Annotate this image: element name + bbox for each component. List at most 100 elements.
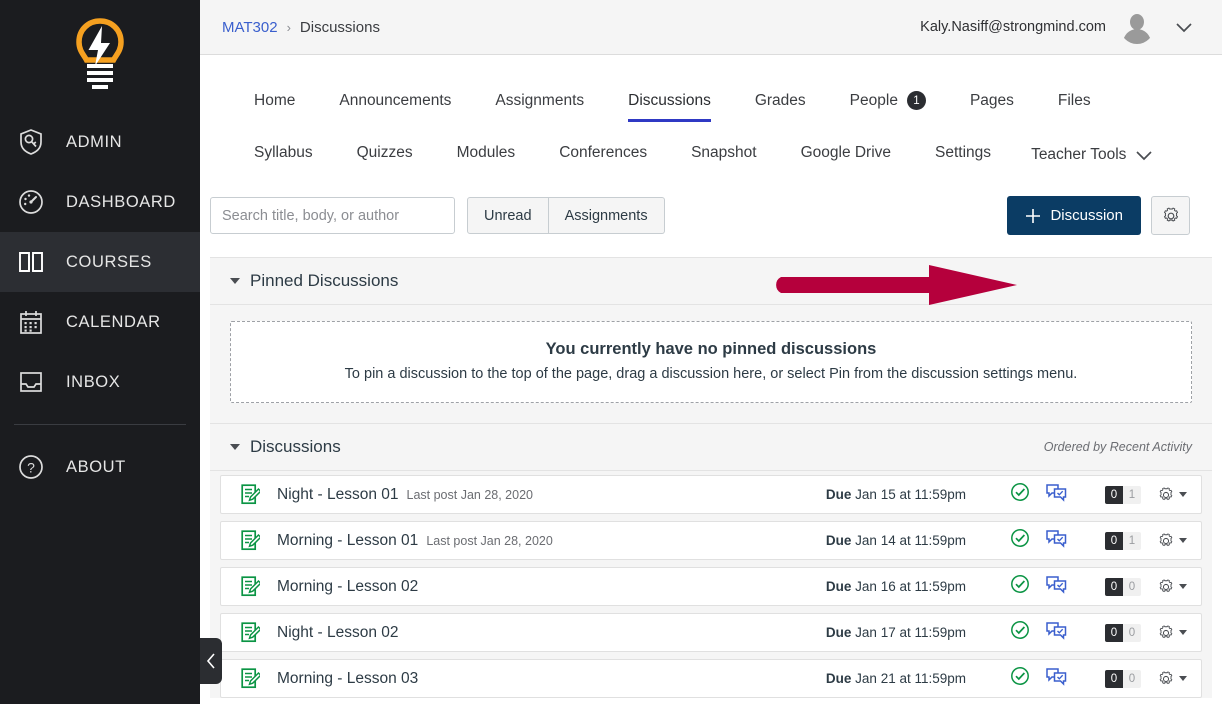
account-menu-button[interactable]	[1168, 17, 1200, 38]
add-discussion-button[interactable]: Discussion	[1007, 196, 1141, 235]
tab-label: Discussions	[628, 91, 711, 109]
table-row[interactable]: Night - Lesson 01 Last post Jan 28, 2020…	[220, 475, 1202, 514]
tab-label: Syllabus	[254, 144, 313, 161]
table-row[interactable]: Night - Lesson 02 Due Jan 17 at 11:59pm	[220, 613, 1202, 652]
avatar[interactable]	[1120, 10, 1154, 44]
people-badge: 1	[906, 91, 926, 110]
subscribed-speech-icon[interactable]	[1046, 621, 1067, 645]
pinned-section-title: Pinned Discussions	[230, 271, 398, 291]
status-badge: 0 1	[1105, 531, 1141, 550]
due-label: Due	[825, 579, 852, 594]
discussion-actions	[1010, 482, 1067, 507]
tab-people[interactable]: People 1	[828, 83, 948, 122]
caret-down-icon	[1179, 630, 1187, 635]
tab-discussions[interactable]: Discussions	[606, 84, 733, 122]
chevron-down-icon	[1136, 151, 1153, 161]
tab-syllabus[interactable]: Syllabus	[232, 136, 335, 174]
subscribed-speech-icon[interactable]	[1046, 667, 1067, 691]
tab-quizzes[interactable]: Quizzes	[335, 136, 435, 174]
tab-label: Home	[254, 91, 296, 109]
discussion-assignment-icon	[237, 622, 263, 643]
tab-assignments[interactable]: Assignments	[473, 84, 606, 122]
discussion-title[interactable]: Morning - Lesson 03	[277, 670, 418, 688]
tab-google-drive[interactable]: Google Drive	[779, 136, 913, 174]
tab-modules[interactable]: Modules	[435, 136, 538, 174]
caret-down-icon	[1179, 492, 1187, 497]
sidebar-item-admin[interactable]: ADMIN	[0, 112, 200, 172]
discussion-settings-button[interactable]	[1151, 196, 1190, 235]
discussion-assignment-icon	[237, 576, 263, 597]
tab-label: Conferences	[559, 144, 648, 161]
tab-snapshot[interactable]: Snapshot	[669, 136, 779, 174]
discussion-actions	[1010, 620, 1067, 645]
published-check-icon[interactable]	[1010, 482, 1030, 507]
tab-announcements[interactable]: Announcements	[317, 84, 473, 122]
published-check-icon[interactable]	[1010, 666, 1030, 691]
tab-label: Assignments	[495, 91, 585, 109]
avatar-body	[1123, 29, 1151, 44]
discussion-due: Due Jan 14 at 11:59pm	[826, 533, 966, 548]
table-row[interactable]: Morning - Lesson 01 Last post Jan 28, 20…	[220, 521, 1202, 560]
discussions-section: Discussions Ordered by Recent Activity N…	[210, 423, 1212, 698]
filter-segmented-control: Unread Assignments	[467, 197, 665, 234]
sidebar-item-label: INBOX	[66, 372, 121, 391]
sidebar-item-inbox[interactable]: INBOX	[0, 352, 200, 412]
pinned-empty-title: You currently have no pinned discussions	[545, 340, 877, 358]
pinned-empty-dropzone[interactable]: You currently have no pinned discussions…	[230, 321, 1192, 403]
breadcrumb-current: Discussions	[299, 18, 380, 36]
discussion-assignment-icon	[237, 484, 263, 505]
tab-settings[interactable]: Settings	[913, 136, 1013, 174]
ordered-by-label: Ordered by Recent Activity	[1043, 440, 1192, 454]
published-check-icon[interactable]	[1010, 528, 1030, 553]
subscribed-speech-icon[interactable]	[1046, 483, 1067, 507]
table-row[interactable]: Morning - Lesson 02 Due Jan 16 at 11:59p…	[220, 567, 1202, 606]
toolbar-actions: Discussion	[1007, 196, 1190, 235]
collapse-triangle-icon[interactable]	[230, 278, 240, 284]
tab-pages[interactable]: Pages	[948, 84, 1036, 122]
due-value: Jan 17 at 11:59pm	[855, 625, 966, 640]
row-settings-menu[interactable]	[1157, 578, 1187, 596]
teacher-tools-dropdown[interactable]: Teacher Tools	[1013, 146, 1171, 164]
breadcrumb-course-link[interactable]: MAT302	[222, 19, 278, 36]
row-settings-menu[interactable]	[1157, 486, 1187, 504]
tab-label: Quizzes	[356, 144, 413, 161]
discussion-title[interactable]: Morning - Lesson 01	[277, 532, 418, 550]
gear-icon	[1163, 206, 1178, 222]
row-settings-menu[interactable]	[1157, 532, 1187, 550]
tab-label: Google Drive	[800, 144, 892, 161]
sidebar-item-calendar[interactable]: CALENDAR	[0, 292, 200, 352]
row-settings-menu[interactable]	[1157, 670, 1187, 688]
discussion-title[interactable]: Morning - Lesson 02	[277, 578, 418, 596]
subscribed-speech-icon[interactable]	[1046, 529, 1067, 553]
main-pane: MAT302 › Discussions Kaly.Nasiff@strongm…	[200, 0, 1222, 704]
discussion-due: Due Jan 21 at 11:59pm	[826, 671, 966, 686]
tab-grades[interactable]: Grades	[733, 84, 828, 122]
app-logo[interactable]	[0, 0, 200, 112]
sidebar-collapse-button[interactable]	[200, 638, 222, 684]
pinned-discussions-section: Pinned Discussions You currently have no…	[210, 257, 1212, 423]
sidebar-item-dashboard[interactable]: DASHBOARD	[0, 172, 200, 232]
sidebar-item-about[interactable]: ? ABOUT	[0, 437, 200, 497]
collapse-triangle-icon[interactable]	[230, 444, 240, 450]
filter-unread-button[interactable]: Unread	[467, 197, 549, 234]
filter-assignments-button[interactable]: Assignments	[548, 197, 665, 234]
discussions-section-header: Discussions Ordered by Recent Activity	[210, 423, 1212, 471]
user-email-label: Kaly.Nasiff@strongmind.com	[920, 19, 1106, 35]
table-row[interactable]: Morning - Lesson 03 Due Jan 21 at 11:59p…	[220, 659, 1202, 698]
row-settings-menu[interactable]	[1157, 624, 1187, 642]
sidebar-item-label: ABOUT	[66, 457, 126, 476]
discussion-title[interactable]: Night - Lesson 02	[277, 624, 399, 642]
sidebar-item-courses[interactable]: COURSES	[0, 232, 200, 292]
published-check-icon[interactable]	[1010, 574, 1030, 599]
search-input[interactable]	[210, 197, 455, 234]
chevron-down-icon	[1176, 22, 1192, 32]
subscribed-speech-icon[interactable]	[1046, 575, 1067, 599]
published-check-icon[interactable]	[1010, 620, 1030, 645]
discussion-title[interactable]: Night - Lesson 01	[277, 486, 399, 504]
teacher-tools-label: Teacher Tools	[1031, 146, 1127, 163]
tab-home[interactable]: Home	[232, 84, 317, 122]
tab-conferences[interactable]: Conferences	[537, 136, 669, 174]
tab-label: Pages	[969, 91, 1014, 109]
course-nav-row-primary: Home Announcements Assignments Discussio…	[232, 83, 1222, 122]
tab-files[interactable]: Files	[1036, 84, 1113, 122]
